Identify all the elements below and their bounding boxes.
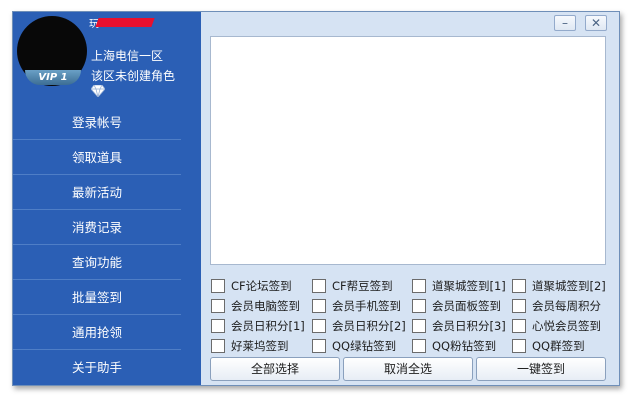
option-member-mobile[interactable]: 会员手机签到	[312, 297, 401, 315]
checkbox[interactable]	[312, 279, 326, 293]
checkbox[interactable]	[312, 299, 326, 313]
option-xinyue-member[interactable]: 心悦会员签到	[512, 317, 601, 335]
option-member-daily-2[interactable]: 会员日积分[2]	[312, 317, 406, 335]
sidebar-item-latest-events[interactable]: 最新活动	[13, 175, 181, 210]
checkbox[interactable]	[312, 339, 326, 353]
app-window: VIP 1 玩 上海电信一区 该区未创建角色 登录帐号 领取道具 最新活动 消费…	[12, 11, 620, 386]
option-daojucheng-2[interactable]: 道聚城签到[2]	[512, 277, 606, 295]
sidebar-item-claim-items[interactable]: 领取道具	[13, 140, 181, 175]
sidebar-menu: 登录帐号 领取道具 最新活动 消费记录 查询功能 批量签到 通用抢领 关于助手	[13, 105, 201, 385]
action-bar: 全部选择 取消全选 一键签到	[210, 357, 607, 381]
username-redaction	[95, 18, 155, 27]
main-panel: – ✕ CF论坛签到 CF帮豆签到 道聚城签到[1] 道聚城签到[2] 会员电脑…	[201, 12, 619, 385]
checkbox[interactable]	[512, 319, 526, 333]
sidebar-item-query[interactable]: 查询功能	[13, 245, 181, 280]
option-row: 好莱坞签到 QQ绿钻签到 QQ粉钻签到 QQ群签到	[210, 336, 610, 356]
role-status: 该区未创建角色	[91, 69, 176, 83]
sidebar-item-login[interactable]: 登录帐号	[13, 105, 181, 140]
option-row: CF论坛签到 CF帮豆签到 道聚城签到[1] 道聚城签到[2]	[210, 276, 610, 296]
option-member-daily-1[interactable]: 会员日积分[1]	[211, 317, 305, 335]
option-member-weekly[interactable]: 会员每周积分	[512, 297, 601, 315]
checkbox[interactable]	[512, 299, 526, 313]
minimize-button[interactable]: –	[554, 15, 576, 31]
checkbox[interactable]	[412, 339, 426, 353]
checkbox[interactable]	[211, 339, 225, 353]
option-member-daily-3[interactable]: 会员日积分[3]	[412, 317, 506, 335]
option-hollywood[interactable]: 好莱坞签到	[211, 337, 289, 355]
option-qq-group[interactable]: QQ群签到	[512, 337, 585, 355]
sidebar-item-general-grab[interactable]: 通用抢领	[13, 315, 181, 350]
select-all-button[interactable]: 全部选择	[210, 357, 340, 381]
option-member-pc[interactable]: 会员电脑签到	[211, 297, 300, 315]
log-output[interactable]	[210, 36, 606, 265]
option-member-panel[interactable]: 会员面板签到	[412, 297, 501, 315]
checkbox[interactable]	[512, 339, 526, 353]
sidebar-item-about[interactable]: 关于助手	[13, 350, 181, 385]
sidebar-item-purchase-history[interactable]: 消费记录	[13, 210, 181, 245]
server-name: 上海电信一区	[91, 49, 164, 63]
profile-card: VIP 1 玩 上海电信一区 该区未创建角色	[13, 12, 201, 105]
option-qq-green-diamond[interactable]: QQ绿钻签到	[312, 337, 396, 355]
option-daojucheng-1[interactable]: 道聚城签到[1]	[412, 277, 506, 295]
checkbox[interactable]	[412, 279, 426, 293]
one-click-sign-in-button[interactable]: 一键签到	[476, 357, 606, 381]
checkbox[interactable]	[312, 319, 326, 333]
option-cf-beans[interactable]: CF帮豆签到	[312, 277, 393, 295]
checkbox[interactable]	[412, 299, 426, 313]
vip-badge: VIP 1	[25, 70, 81, 85]
option-row: 会员电脑签到 会员手机签到 会员面板签到 会员每周积分	[210, 296, 610, 316]
deselect-all-button[interactable]: 取消全选	[343, 357, 473, 381]
checkbox[interactable]	[211, 319, 225, 333]
close-button[interactable]: ✕	[585, 15, 607, 31]
checkbox[interactable]	[211, 299, 225, 313]
diamond-icon	[91, 85, 105, 97]
checkbox[interactable]	[412, 319, 426, 333]
option-cf-forum[interactable]: CF论坛签到	[211, 277, 292, 295]
checkbox[interactable]	[512, 279, 526, 293]
option-qq-pink-diamond[interactable]: QQ粉钻签到	[412, 337, 496, 355]
option-row: 会员日积分[1] 会员日积分[2] 会员日积分[3] 心悦会员签到	[210, 316, 610, 336]
sidebar: VIP 1 玩 上海电信一区 该区未创建角色 登录帐号 领取道具 最新活动 消费…	[13, 12, 201, 385]
checkbox[interactable]	[211, 279, 225, 293]
sidebar-item-batch-sign-in[interactable]: 批量签到	[13, 280, 181, 315]
sign-in-options: CF论坛签到 CF帮豆签到 道聚城签到[1] 道聚城签到[2] 会员电脑签到 会…	[210, 276, 610, 356]
